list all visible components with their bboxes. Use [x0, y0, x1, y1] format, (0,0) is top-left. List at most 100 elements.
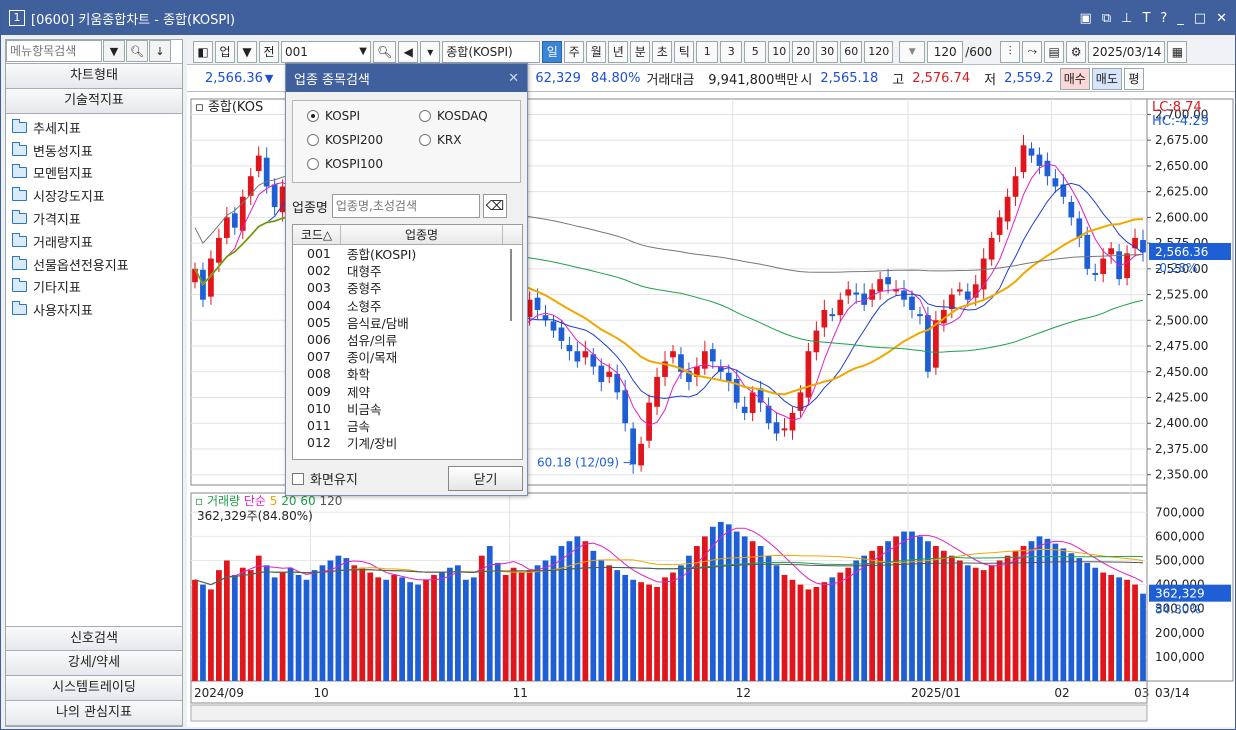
- list-item[interactable]: 004 소형주: [293, 297, 522, 314]
- close-button[interactable]: 닫기: [448, 466, 523, 491]
- scrollbar[interactable]: [510, 249, 512, 321]
- panel-toggle-icon[interactable]: ◧: [193, 40, 213, 63]
- radio-krx[interactable]: KRX: [419, 133, 461, 147]
- category-dropdown-icon[interactable]: ▼: [237, 40, 257, 63]
- industry-search-input[interactable]: [331, 194, 480, 218]
- volume-bar: [980, 570, 987, 681]
- list-item[interactable]: 005 음식료/담배: [293, 314, 522, 331]
- tab-technical-indicators[interactable]: 기술적지표: [6, 89, 182, 114]
- system-trading-button[interactable]: 시스템트레이딩: [6, 676, 182, 701]
- layout-icon[interactable]: ▣: [1080, 11, 1092, 26]
- list-item[interactable]: 008 화학: [293, 365, 522, 382]
- candle-icon[interactable]: ⫶: [1000, 40, 1021, 63]
- speaker-dropdown-icon[interactable]: ▾: [420, 40, 441, 63]
- keep-screen-checkbox[interactable]: [292, 472, 304, 485]
- keep-screen-label: 화면유지: [310, 473, 358, 488]
- volume-bar: [717, 521, 724, 681]
- category-button[interactable]: 업: [215, 40, 235, 63]
- horizontal-scrollbar: [190, 704, 1148, 722]
- volume-bar: [327, 560, 334, 681]
- period-minute[interactable]: 분: [630, 40, 651, 63]
- strength-button[interactable]: 강세/약세: [6, 651, 182, 676]
- list-item[interactable]: 002 대형주: [293, 262, 522, 279]
- stock-name-field[interactable]: 종합(KOSPI): [442, 40, 541, 63]
- volume-bar: [749, 541, 756, 681]
- volume-bar: [439, 572, 445, 681]
- interval-30[interactable]: 30: [816, 40, 839, 63]
- candle-body: [741, 406, 748, 413]
- maximize-icon[interactable]: □: [1194, 11, 1206, 26]
- all-button[interactable]: 전: [259, 40, 279, 63]
- tree-item-futures-options[interactable]: 선물옵션전용지표: [12, 253, 176, 276]
- list-item[interactable]: 010 비금속: [293, 400, 522, 417]
- volume-bar: [701, 536, 708, 681]
- radio-kospi100[interactable]: KOSPI100: [307, 157, 383, 171]
- folder-icon: [12, 232, 27, 247]
- interval-5[interactable]: 5: [744, 40, 767, 63]
- period-day[interactable]: 일: [542, 40, 563, 63]
- code-input[interactable]: 001 ▼: [281, 40, 371, 63]
- interval-60[interactable]: 60: [840, 40, 863, 63]
- name-column-header[interactable]: 업종명: [341, 225, 503, 244]
- font-icon[interactable]: T: [1142, 11, 1150, 26]
- save-icon[interactable]: ▤: [1044, 40, 1065, 63]
- x-tick-label: 11: [513, 686, 528, 700]
- list-item[interactable]: 003 중형주: [293, 279, 522, 296]
- line-tool-icon[interactable]: ⤳: [1022, 40, 1043, 63]
- radio-kosdaq[interactable]: KOSDAQ: [419, 109, 488, 123]
- interval-20[interactable]: 20: [792, 40, 815, 63]
- list-item[interactable]: 007 종이/목재: [293, 348, 522, 365]
- interval-dropdown-icon[interactable]: ▼: [899, 40, 926, 63]
- tab-chart-type[interactable]: 차트형태: [6, 64, 182, 89]
- period-tick[interactable]: 틱: [674, 40, 695, 63]
- list-item[interactable]: 011 금속: [293, 417, 522, 434]
- interval-3[interactable]: 3: [720, 40, 743, 63]
- search-icon[interactable]: 🔍︎: [373, 40, 397, 63]
- tree-item-market-strength[interactable]: 시장강도지표: [12, 184, 176, 207]
- help-icon[interactable]: ?: [1160, 11, 1167, 26]
- tree-item-momentum[interactable]: 모멘텀지표: [12, 162, 176, 185]
- list-item[interactable]: 006 섬유/의류: [293, 331, 522, 348]
- period-year[interactable]: 년: [608, 40, 629, 63]
- speaker-icon[interactable]: ◀︎: [398, 40, 419, 63]
- interval-10[interactable]: 10: [768, 40, 791, 63]
- period-week[interactable]: 주: [564, 40, 585, 63]
- volume-bar: [375, 577, 382, 681]
- buy-button[interactable]: 매수: [1059, 67, 1090, 90]
- close-icon[interactable]: ✕: [1216, 11, 1227, 26]
- search-icon[interactable]: 🔍︎: [126, 40, 148, 62]
- minimize-icon[interactable]: _: [1177, 11, 1184, 26]
- date-field[interactable]: 2025/03/14: [1088, 40, 1166, 63]
- list-item[interactable]: 001 종합(KOSPI): [293, 245, 522, 262]
- menu-search-input[interactable]: [6, 40, 102, 62]
- list-item[interactable]: 012 기계/장비: [293, 434, 522, 451]
- radio-kospi200[interactable]: KOSPI200: [307, 133, 383, 147]
- signal-search-button[interactable]: 신호검색: [6, 626, 182, 651]
- period-second[interactable]: 초: [652, 40, 673, 63]
- interval-120[interactable]: 120: [864, 40, 894, 63]
- tree-item-volume[interactable]: 거래량지표: [12, 230, 176, 253]
- tree-item-user[interactable]: 사용자지표: [12, 298, 176, 321]
- pin-icon[interactable]: ⊥: [1121, 11, 1132, 26]
- dropdown-arrow-icon[interactable]: ▼: [103, 40, 125, 62]
- tree-item-price[interactable]: 가격지표: [12, 207, 176, 230]
- gear-icon[interactable]: ⚙: [1066, 40, 1087, 63]
- eraser-icon[interactable]: ⌫: [482, 194, 507, 218]
- tree-item-volatility[interactable]: 변동성지표: [12, 139, 176, 162]
- my-indicators-button[interactable]: 나의 관심지표: [6, 701, 182, 726]
- tree-item-trend[interactable]: 추세지표: [12, 116, 176, 139]
- down-arrow-icon[interactable]: ↓: [149, 40, 171, 62]
- radio-kospi[interactable]: KOSPI: [307, 109, 360, 123]
- eval-button[interactable]: 평: [1123, 67, 1144, 90]
- close-icon[interactable]: ✕: [508, 71, 519, 86]
- open-value: 2,565.18: [820, 71, 879, 86]
- tree-item-other[interactable]: 기타지표: [12, 276, 176, 299]
- code-column-header[interactable]: 코드△: [293, 225, 341, 244]
- sell-button[interactable]: 매도: [1091, 67, 1122, 90]
- period-month[interactable]: 월: [586, 40, 607, 63]
- count-input[interactable]: 120: [927, 40, 964, 63]
- list-item[interactable]: 009 제약: [293, 383, 522, 400]
- copy-window-icon[interactable]: ⧉: [1102, 11, 1111, 26]
- interval-1[interactable]: 1: [696, 40, 719, 63]
- calendar-icon[interactable]: ▦: [1167, 40, 1188, 63]
